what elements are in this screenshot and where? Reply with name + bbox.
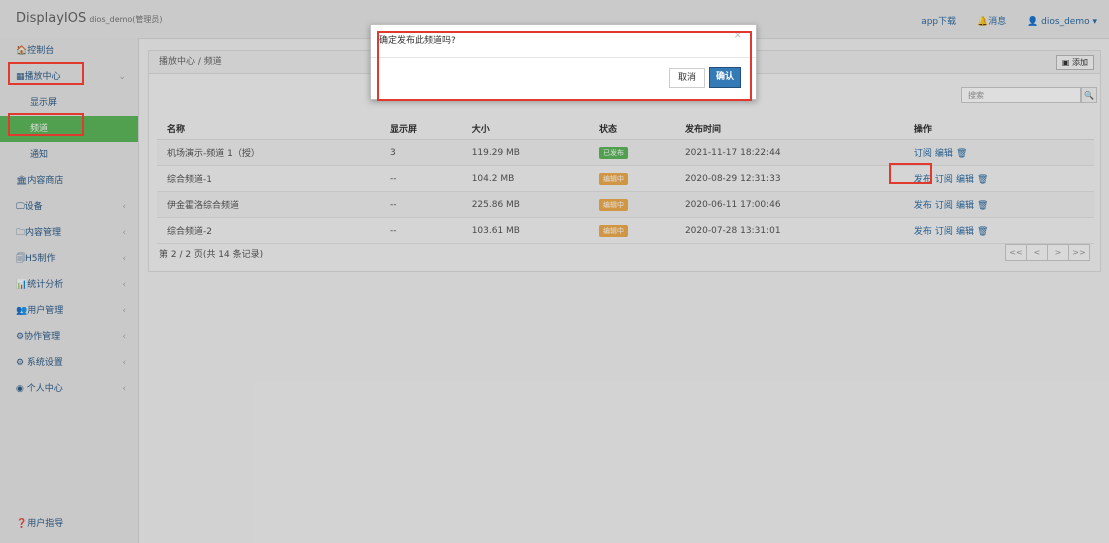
highlight-box-dialog: [377, 31, 752, 101]
highlight-box-publish: [889, 163, 932, 184]
highlight-box-play-center: [8, 62, 84, 85]
highlight-box-channels: [8, 113, 84, 136]
